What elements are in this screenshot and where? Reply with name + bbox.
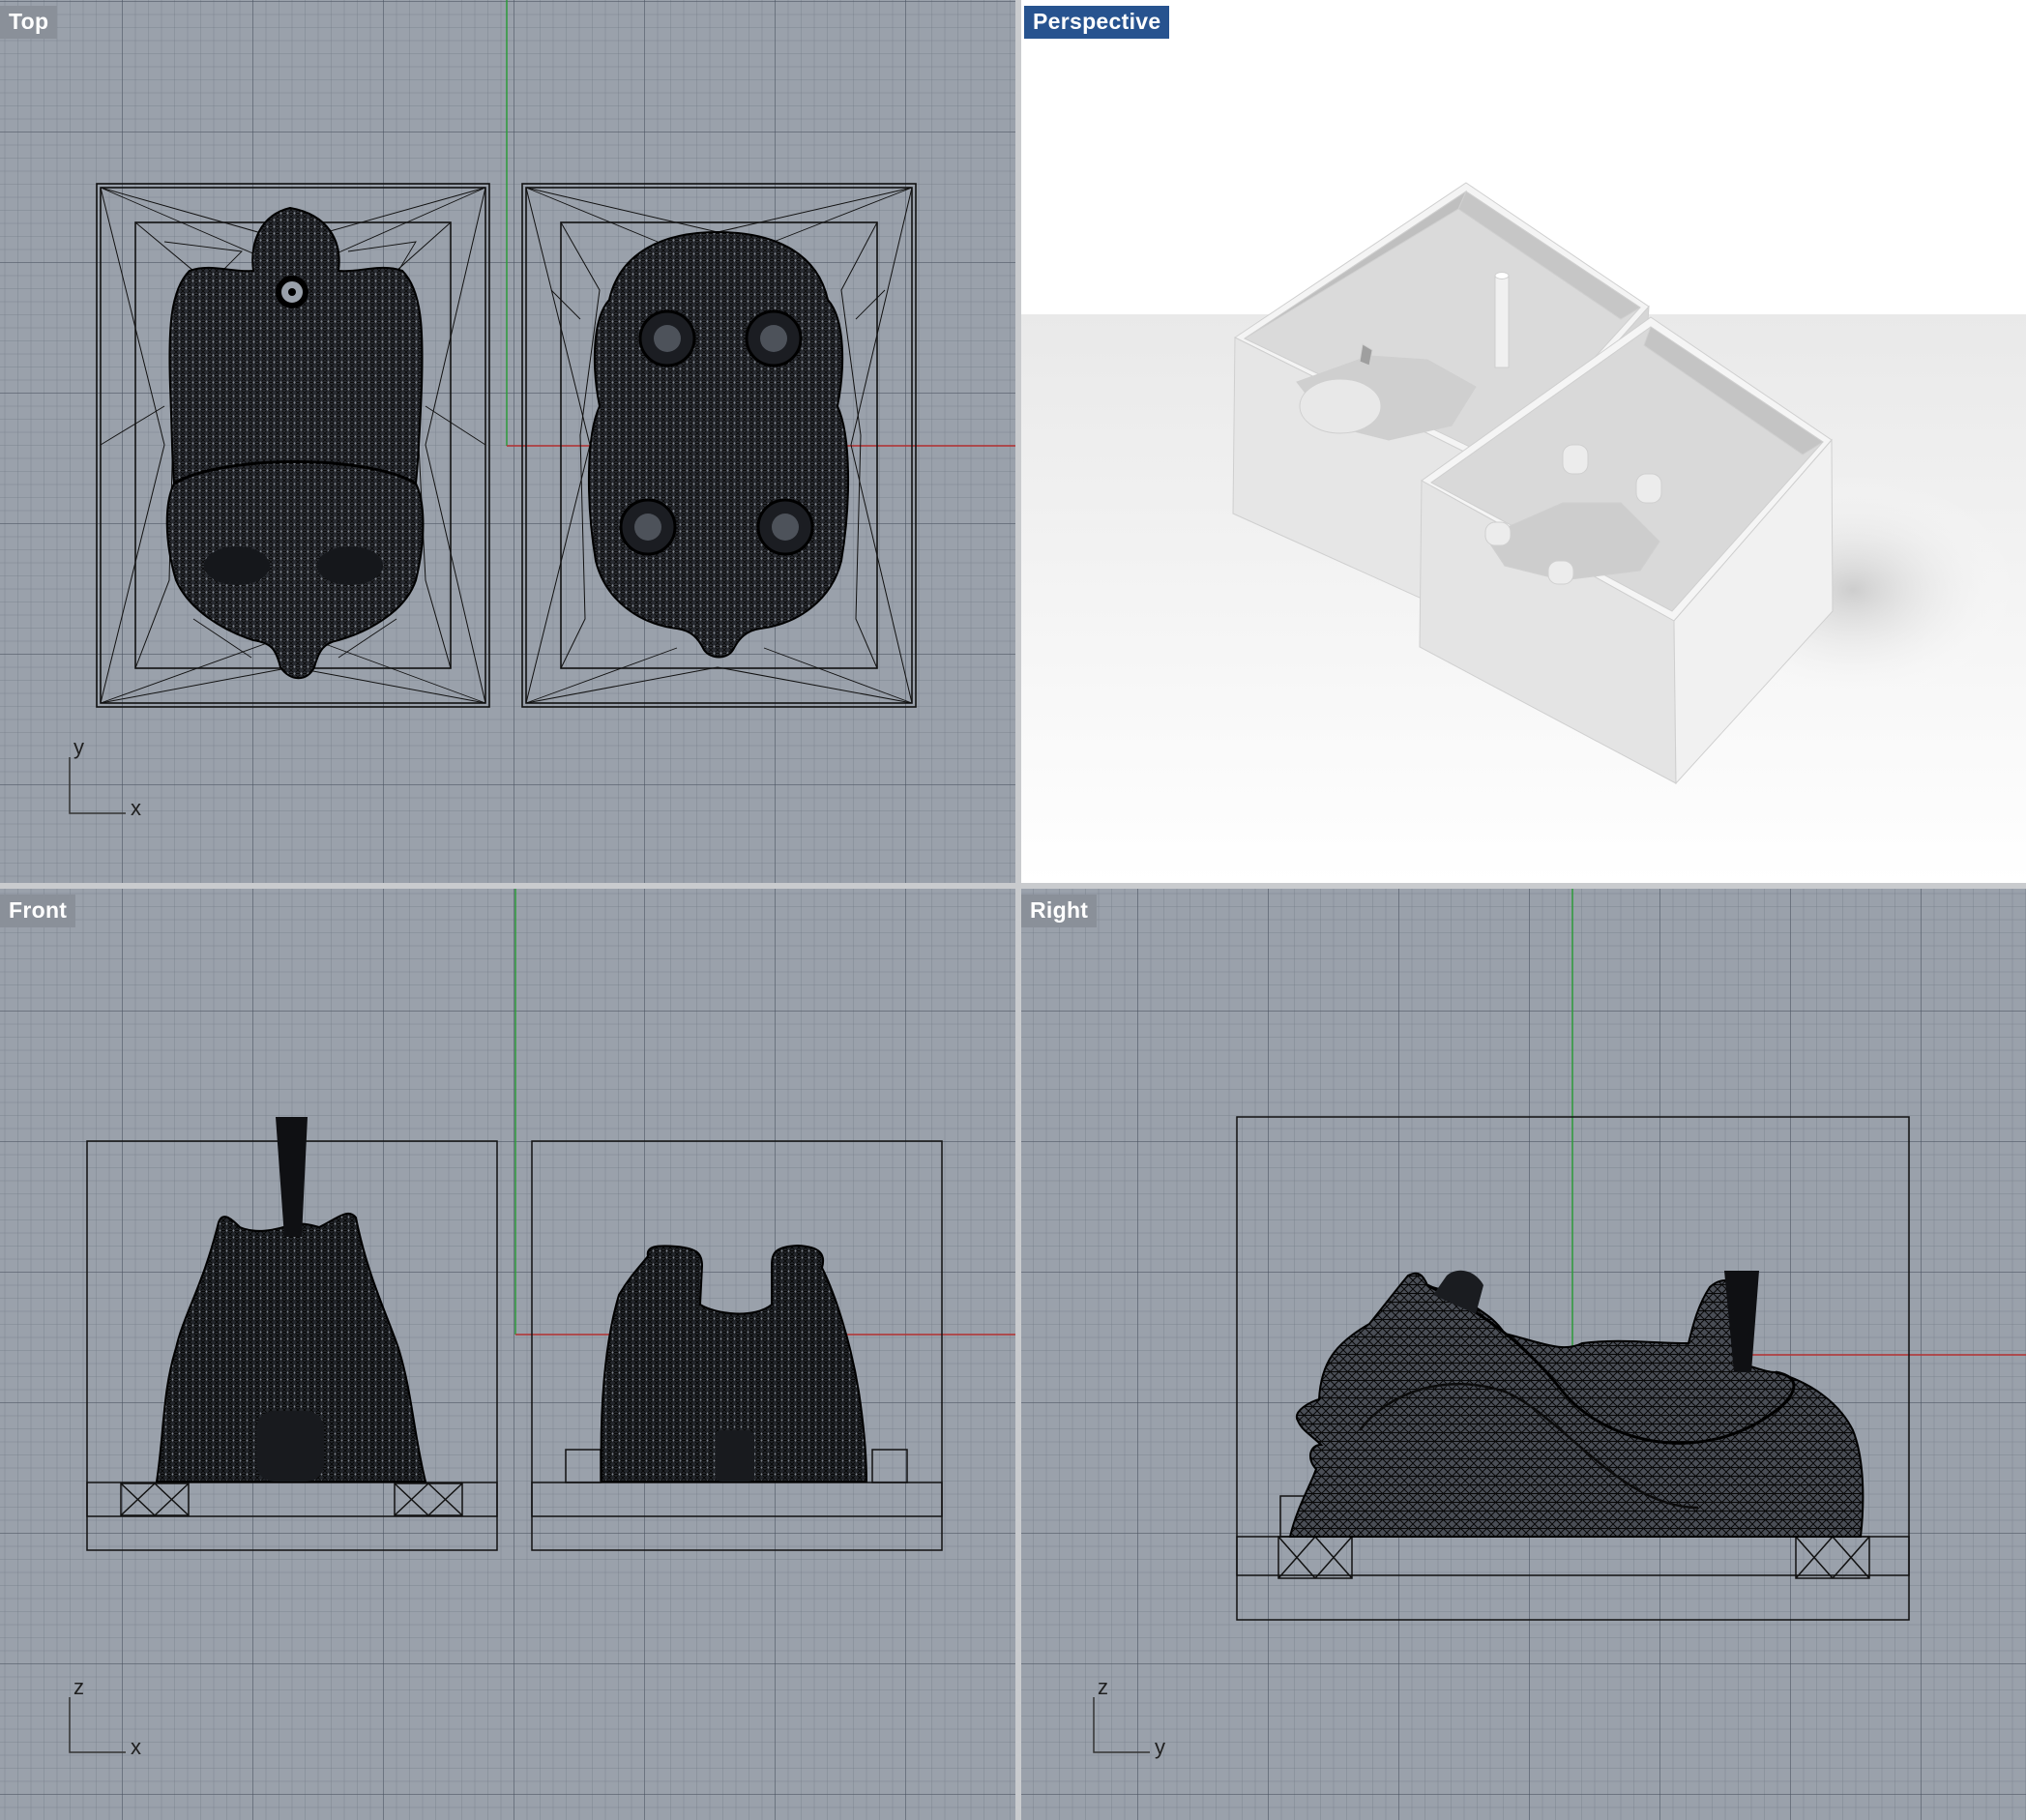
perspective-canvas[interactable] [1021,0,2026,883]
svg-text:z: z [73,1675,84,1699]
svg-text:x: x [131,1735,141,1759]
svg-text:x: x [131,796,141,820]
viewport-right[interactable]: z y Right [1021,889,2026,1820]
left-bear-mesh-top[interactable] [165,206,425,680]
right-bear-mesh-top[interactable] [587,230,850,659]
viewport-tab-right[interactable]: Right [1021,895,1098,927]
viewport-front[interactable]: z x Front [0,889,1015,1820]
svg-text:z: z [1098,1675,1108,1699]
top-canvas[interactable]: y x [0,0,1015,883]
bear-mesh-side[interactable] [1288,1270,1865,1538]
axis-gizmo-top: y x [69,735,141,820]
axis-gizmo-right: z y [1093,1675,1165,1759]
right-bear-mesh-front[interactable] [600,1244,868,1482]
viewport-tab-front[interactable]: Front [0,895,76,927]
viewport-top[interactable]: y x Top [0,0,1015,883]
viewport-tab-perspective[interactable]: Perspective [1024,6,1170,39]
viewport-tab-top[interactable]: Top [0,6,58,39]
axis-gizmo-front: z x [69,1675,141,1759]
svg-text:y: y [1155,1735,1165,1759]
front-canvas[interactable]: z x [0,889,1015,1820]
viewport-perspective[interactable]: Perspective [1021,0,2026,883]
svg-text:y: y [73,735,84,759]
right-canvas[interactable]: z y [1021,889,2026,1820]
left-bear-mesh-front[interactable] [155,1117,427,1482]
